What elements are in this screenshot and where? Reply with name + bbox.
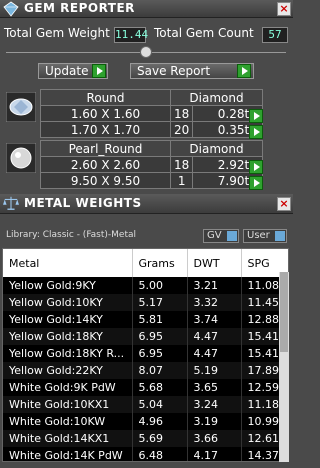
grams-cell: 5.04 (132, 396, 188, 413)
table-row[interactable]: White Gold:10KX1 5.04 3.24 11.18 (3, 396, 288, 413)
gem-size: 2.60 X 2.60 (40, 156, 171, 173)
grams-cell: 6.95 (132, 345, 188, 362)
dwt-cell: 3.74 (187, 311, 242, 328)
total-gem-weight-label: Total Gem Weight (4, 26, 110, 40)
gem-count: 18 (169, 156, 194, 173)
metal-cell: Yellow Gold:22KY (3, 362, 133, 379)
total-gem-weight-value: 11.44 (114, 27, 149, 43)
grams-cell: 6.95 (132, 328, 188, 345)
table-header-row: Metal Grams DWT SPG (3, 249, 288, 277)
gem-group-round: Round Diamond 1.60 X 1.60 18 0.28tw 1.70… (40, 89, 263, 138)
table-row[interactable]: White Gold:9K PdW 5.68 3.65 12.59 (3, 379, 288, 396)
metal-cell: Yellow Gold:14KY (3, 311, 133, 328)
gem-count: 20 (169, 121, 194, 138)
update-go-button[interactable] (92, 64, 106, 78)
gv-label: GV (207, 230, 222, 241)
scrollbar-thumb[interactable] (280, 272, 288, 352)
table-row[interactable]: Yellow Gold:9KY 5.00 3.21 11.08 (3, 277, 288, 294)
gem-shape: Round (40, 89, 171, 106)
table-row[interactable]: White Gold:10KW 4.96 3.19 10.99 (3, 413, 288, 430)
column-header-metal[interactable]: Metal (3, 249, 133, 277)
gem-reporter-titlebar: GEM REPORTER × (0, 0, 293, 18)
grams-cell: 8.07 (132, 362, 188, 379)
metal-weights-table: Metal Grams DWT SPG Yellow Gold:9KY 5.00 3… (2, 248, 289, 462)
round-diamond-icon (6, 92, 36, 122)
dwt-cell: 3.19 (187, 413, 242, 430)
save-report-label: Save Report (137, 64, 211, 78)
table-row[interactable]: White Gold:14K PdW 6.48 4.17 14.37 (3, 447, 288, 461)
column-header-dwt[interactable]: DWT (187, 249, 242, 277)
gem-count: 1 (169, 172, 194, 189)
gem-row-go-button[interactable] (249, 160, 263, 174)
gem-size: 9.50 X 9.50 (40, 172, 171, 189)
table-row[interactable]: Yellow Gold:18KY 6.95 4.47 15.41 (3, 328, 288, 345)
gem-size: 1.60 X 1.60 (40, 105, 171, 122)
close-metal-weights-button[interactable]: × (277, 197, 291, 211)
gem-reporter-title: GEM REPORTER (24, 1, 135, 15)
dwt-cell: 3.66 (187, 430, 242, 447)
save-report-button[interactable]: Save Report (130, 63, 254, 79)
column-header-grams[interactable]: Grams (132, 249, 188, 277)
library-label: Library: Classic - (Fast)-Metal (6, 230, 137, 240)
save-report-go-button[interactable] (237, 64, 251, 78)
total-gem-count-value: 57 (262, 27, 288, 43)
metal-cell: White Gold:9K PdW (3, 379, 133, 396)
grams-cell: 5.69 (132, 430, 188, 447)
gem-row-go-button[interactable] (249, 176, 263, 190)
dwt-cell: 3.21 (187, 277, 242, 294)
gem-material: Diamond (170, 140, 263, 157)
dwt-cell: 4.47 (187, 328, 242, 345)
grams-cell: 5.17 (132, 294, 188, 311)
dwt-cell: 3.65 (187, 379, 242, 396)
dwt-cell: 4.17 (187, 447, 242, 461)
grams-cell: 5.00 (132, 277, 188, 294)
grams-cell: 5.81 (132, 311, 188, 328)
metal-cell: White Gold:10KX1 (3, 396, 133, 413)
dwt-cell: 3.24 (187, 396, 242, 413)
vertical-scrollbar[interactable] (279, 272, 289, 462)
dwt-cell: 5.19 (187, 362, 242, 379)
metal-cell: White Gold:14K PdW (3, 447, 133, 461)
metal-weights-title: METAL WEIGHTS (24, 196, 142, 210)
table-row[interactable]: Yellow Gold:18KY R... 6.95 4.47 15.41 (3, 345, 288, 362)
splitter-handle[interactable] (140, 46, 152, 58)
pearl-icon (6, 143, 36, 173)
metal-cell: Yellow Gold:9KY (3, 277, 133, 294)
gem-row-go-button[interactable] (249, 109, 263, 123)
update-label: Update (45, 64, 89, 78)
gem-shape: Pearl_Round (40, 140, 171, 157)
gem-count: 18 (169, 105, 194, 122)
table-row[interactable]: Yellow Gold:22KY 8.07 5.19 17.89 (3, 362, 288, 379)
user-label: User (247, 230, 270, 241)
close-gem-reporter-button[interactable]: × (277, 2, 291, 16)
gem-material: Diamond (170, 89, 263, 106)
table-row[interactable]: Yellow Gold:10KY 5.17 3.32 11.45 (3, 294, 288, 311)
metal-cell: White Gold:14KX1 (3, 430, 133, 447)
dwt-cell: 3.32 (187, 294, 242, 311)
grams-cell: 5.68 (132, 379, 188, 396)
gem-group-pearl-round: Pearl_Round Diamond 2.60 X 2.60 18 2.92t… (40, 140, 263, 189)
table-row[interactable]: White Gold:14KX1 5.69 3.66 12.61 (3, 430, 288, 447)
gem-icon (3, 1, 19, 17)
dwt-cell: 4.47 (187, 345, 242, 362)
grams-cell: 4.96 (132, 413, 188, 430)
user-toggle[interactable]: User (243, 229, 287, 243)
scale-icon (3, 196, 19, 210)
gem-size: 1.70 X 1.70 (40, 121, 171, 138)
table-row[interactable]: Yellow Gold:14KY 5.81 3.74 12.88 (3, 311, 288, 328)
total-gem-count-label: Total Gem Count (154, 26, 254, 40)
metal-cell: Yellow Gold:18KY (3, 328, 133, 345)
metal-cell: Yellow Gold:18KY R... (3, 345, 133, 362)
metal-cell: White Gold:10KW (3, 413, 133, 430)
metal-cell: Yellow Gold:10KY (3, 294, 133, 311)
gem-row-go-button[interactable] (249, 125, 263, 139)
metal-weights-titlebar: METAL WEIGHTS × (0, 194, 293, 214)
grams-cell: 6.48 (132, 447, 188, 461)
gv-toggle[interactable]: GV (203, 229, 239, 243)
